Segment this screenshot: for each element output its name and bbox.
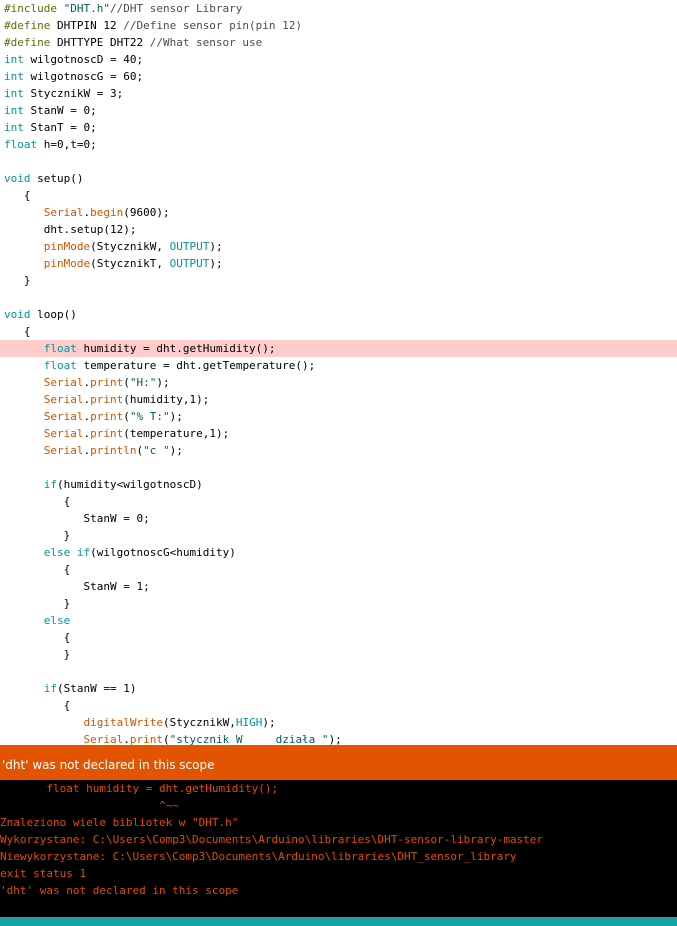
code-line[interactable] xyxy=(0,663,677,680)
code-line[interactable]: } xyxy=(0,272,677,289)
console-line: Znaleziono wiele bibliotek w "DHT.h" xyxy=(0,816,239,829)
code-line[interactable]: Serial.print(humidity,1); xyxy=(0,391,677,408)
code-line[interactable]: #define DHTPIN 12 //Define sensor pin(pi… xyxy=(0,17,677,34)
console-line: Niewykorzystane: C:\Users\Comp3\Document… xyxy=(0,850,517,863)
code-line[interactable]: int StycznikW = 3; xyxy=(0,85,677,102)
code-line[interactable]: { xyxy=(0,697,677,714)
code-editor[interactable]: #include "DHT.h"//DHT sensor Library #def… xyxy=(0,0,677,745)
code-line-error[interactable]: float humidity = dht.getHumidity(); xyxy=(0,340,677,357)
code-line[interactable]: dht.setup(12); xyxy=(0,221,677,238)
code-line[interactable]: void setup() xyxy=(0,170,677,187)
bottom-status-strip xyxy=(0,917,677,926)
code-line[interactable]: { xyxy=(0,493,677,510)
console-line: float humidity = dht.getHumidity(); xyxy=(0,782,279,795)
code-line[interactable]: int StanT = 0; xyxy=(0,119,677,136)
console-line: exit status 1 xyxy=(0,867,87,880)
code-line[interactable]: { xyxy=(0,187,677,204)
code-line[interactable]: { xyxy=(0,561,677,578)
code-line[interactable]: pinMode(StycznikW, OUTPUT); xyxy=(0,238,677,255)
code-line[interactable]: int wilgotnoscD = 40; xyxy=(0,51,677,68)
code-line[interactable]: if(humidity<wilgotnoscD) xyxy=(0,476,677,493)
code-line[interactable]: } xyxy=(0,646,677,663)
code-line[interactable]: digitalWrite(StycznikW,HIGH); xyxy=(0,714,677,731)
code-line[interactable]: Serial.print("% T:"); xyxy=(0,408,677,425)
code-line[interactable]: void loop() xyxy=(0,306,677,323)
code-line[interactable]: #define DHTTYPE DHT22 //What sensor use xyxy=(0,34,677,51)
console-line: 'dht' was not declared in this scope xyxy=(0,884,239,897)
code-line[interactable]: Serial.print(temperature,1); xyxy=(0,425,677,442)
code-line[interactable]: } xyxy=(0,527,677,544)
code-line[interactable]: float h=0,t=0; xyxy=(0,136,677,153)
code-line[interactable] xyxy=(0,153,677,170)
code-line[interactable]: { xyxy=(0,629,677,646)
code-line[interactable] xyxy=(0,459,677,476)
code-line[interactable]: Serial.print("stycznik W działa "); xyxy=(0,731,677,745)
console-line: ^~~ xyxy=(0,799,179,812)
code-line[interactable]: else xyxy=(0,612,677,629)
code-line[interactable]: StanW = 1; xyxy=(0,578,677,595)
error-message: 'dht' was not declared in this scope xyxy=(2,758,215,772)
code-line[interactable] xyxy=(0,289,677,306)
code-line[interactable]: #include "DHT.h"//DHT sensor Library xyxy=(0,0,677,17)
code-line[interactable]: Serial.print("H:"); xyxy=(0,374,677,391)
code-line[interactable]: int wilgotnoscG = 60; xyxy=(0,68,677,85)
code-line[interactable]: float temperature = dht.getTemperature()… xyxy=(0,357,677,374)
code-line[interactable]: int StanW = 0; xyxy=(0,102,677,119)
output-console[interactable]: float humidity = dht.getHumidity(); ^~~ Z… xyxy=(0,780,677,917)
code-line[interactable]: { xyxy=(0,323,677,340)
code-line[interactable]: if(StanW == 1) xyxy=(0,680,677,697)
code-line[interactable]: Serial.begin(9600); xyxy=(0,204,677,221)
code-line[interactable]: Serial.println("c "); xyxy=(0,442,677,459)
console-line: Wykorzystane: C:\Users\Comp3\Documents\A… xyxy=(0,833,544,846)
error-status-bar: 'dht' was not declared in this scope xyxy=(0,745,677,780)
code-line[interactable]: else if(wilgotnoscG<humidity) xyxy=(0,544,677,561)
code-line[interactable]: } xyxy=(0,595,677,612)
code-line[interactable]: pinMode(StycznikT, OUTPUT); xyxy=(0,255,677,272)
code-line[interactable]: StanW = 0; xyxy=(0,510,677,527)
